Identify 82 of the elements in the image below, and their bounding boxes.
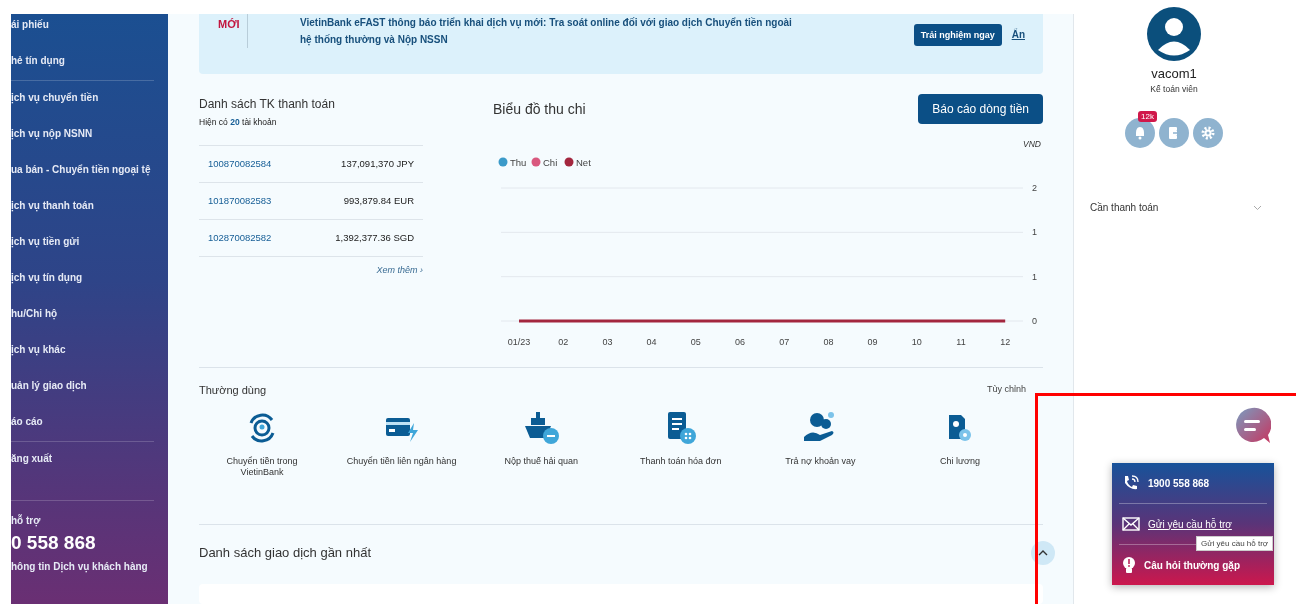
shortcut-label[interactable]: Nộp thuế hải quan	[501, 456, 582, 468]
chevron-icon	[1038, 549, 1048, 556]
tooltip: Gửi yêu cầu hỗ trợ	[1196, 536, 1274, 551]
hotline-number: 0 558 868	[11, 532, 97, 554]
ship-tax-icon[interactable]	[522, 410, 561, 447]
unit-label: VND	[1023, 138, 1041, 149]
y-tick-label: 0	[1032, 315, 1037, 326]
user-name: vacom1	[1151, 66, 1197, 81]
sidebar-item[interactable]: ăng xuất	[11, 448, 168, 484]
x-tick-label: 03	[602, 336, 613, 347]
y-tick-label: 1	[1032, 227, 1037, 238]
recent-transactions-title: Danh sách giao dịch gần nhất	[199, 545, 371, 561]
x-tick-label: 10	[911, 336, 922, 347]
hide-link[interactable]: Ẩn	[1011, 29, 1025, 40]
accounts-count: Hiện có 20 tài khoản	[199, 116, 278, 127]
x-tick-label: 01/23	[507, 336, 531, 347]
shortcut-label[interactable]: Thanh toán hóa đơn	[617, 456, 744, 468]
announcement-text: VietinBank eFAST thông báo triển khai dịch vụ mới: Tra soát online đối với giao dịch Chuyển tiền ngoài hệ thống thường và Nộp NSSN	[300, 16, 793, 48]
legend-label: Thu	[510, 156, 527, 168]
notification-badge: 12k	[1138, 111, 1157, 122]
sidebar-item[interactable]: ịch vụ tín dụng	[11, 267, 168, 303]
x-tick-label: 06	[735, 336, 745, 347]
chart-title: Biểu đồ thu chi	[493, 100, 586, 117]
accounts-title: Danh sách TK thanh toán	[199, 96, 336, 111]
support-request-link[interactable]: Gửi yêu cầu hỗ trợ	[1148, 518, 1232, 530]
lightbulb-icon	[1122, 556, 1136, 574]
phone-icon	[1122, 474, 1140, 492]
sidebar-item[interactable]: ịch vụ chuyển tiền	[11, 87, 168, 123]
account-number[interactable]: 102870082582	[208, 232, 272, 244]
shortcut-label[interactable]: Chi lương	[919, 456, 1000, 468]
chevron-down-icon	[1253, 204, 1262, 211]
support-title: hỗ trợ	[11, 515, 42, 526]
new-label: MỚI	[218, 14, 248, 48]
sidebar-item[interactable]: ịch vụ nộp NSNN	[11, 123, 168, 159]
account-number[interactable]: 101870082583	[208, 195, 272, 207]
legend-item[interactable]: Chi	[531, 156, 558, 168]
legend-label: Net	[576, 156, 591, 168]
y-tick-label: 2	[1032, 182, 1037, 193]
user-avatar-icon[interactable]	[1147, 7, 1201, 61]
favorites-title: Thường dùng	[199, 384, 267, 397]
legend-label: Chi	[543, 156, 558, 168]
sidebar-item[interactable]: ịch vụ thanh toán	[11, 195, 168, 231]
sidebar-item[interactable]: uản lý giao dịch	[11, 375, 168, 411]
bell-icon	[1133, 126, 1147, 140]
shortcut-label[interactable]: Chuyển tiền trong VietinBank	[222, 456, 302, 479]
settings-icon	[1201, 126, 1215, 140]
sidebar-item[interactable]: ịch vụ tiền gửi	[11, 231, 168, 267]
x-tick-label: 12	[1000, 336, 1011, 347]
support-option[interactable]: Câu hỏi thường gặp	[1144, 559, 1240, 571]
x-tick-label: 07	[779, 336, 790, 347]
sidebar-item[interactable]: ua bán - Chuyển tiền ngoại tệ	[11, 159, 168, 195]
x-tick-label: 11	[956, 336, 966, 347]
sidebar-item[interactable]: hu/Chi hộ	[11, 303, 168, 339]
x-tick-label: 05	[690, 336, 701, 347]
customize-link[interactable]: Tùy chỉnh	[986, 384, 1026, 397]
legend-item[interactable]: Thu	[498, 156, 527, 168]
chat-button[interactable]	[1233, 407, 1271, 445]
x-tick-label: 04	[646, 336, 657, 347]
cashflow-report-button[interactable]: Báo cáo dòng tiền	[918, 93, 1043, 124]
account-balance: 993,879.84 EUR	[343, 195, 414, 207]
mail-icon	[1122, 517, 1140, 531]
x-tick-label: 09	[867, 336, 878, 347]
support-option[interactable]: 1900 558 868	[1148, 477, 1210, 489]
legend-item[interactable]: Net	[564, 156, 591, 168]
shortcut-label[interactable]: Chuyển tiền liên ngân hàng	[338, 456, 465, 468]
x-tick-label: 08	[823, 336, 834, 347]
sidebar-item[interactable]: áo cáo	[11, 411, 168, 447]
see-more-link[interactable]: Xem thêm ›	[376, 264, 423, 275]
notification-button[interactable]	[1125, 118, 1155, 148]
y-tick-label: 1	[1032, 271, 1037, 282]
customer-service-link[interactable]: hông tin Dịch vụ khách hàng	[11, 561, 168, 572]
try-now-button[interactable]: Trải nghiệm ngay	[913, 24, 1002, 46]
sidebar-item[interactable]: ịch vụ khác	[11, 339, 168, 375]
account-balance: 1,392,377.36 SGD	[335, 232, 414, 244]
sidebar-item[interactable]: ái phiếu	[11, 14, 168, 50]
x-tick-label: 02	[558, 336, 569, 347]
user-role: Kế toán viên	[1150, 84, 1198, 94]
account-balance: 137,091,370 JPY	[341, 158, 414, 170]
sidebar-item[interactable]: hẻ tín dụng	[11, 50, 168, 86]
account-number[interactable]: 100870082584	[208, 158, 272, 170]
payment-filter-dropdown[interactable]: Cần thanh toán	[1090, 202, 1262, 213]
shortcut-label[interactable]: Trả nợ khoản vay	[780, 456, 861, 468]
